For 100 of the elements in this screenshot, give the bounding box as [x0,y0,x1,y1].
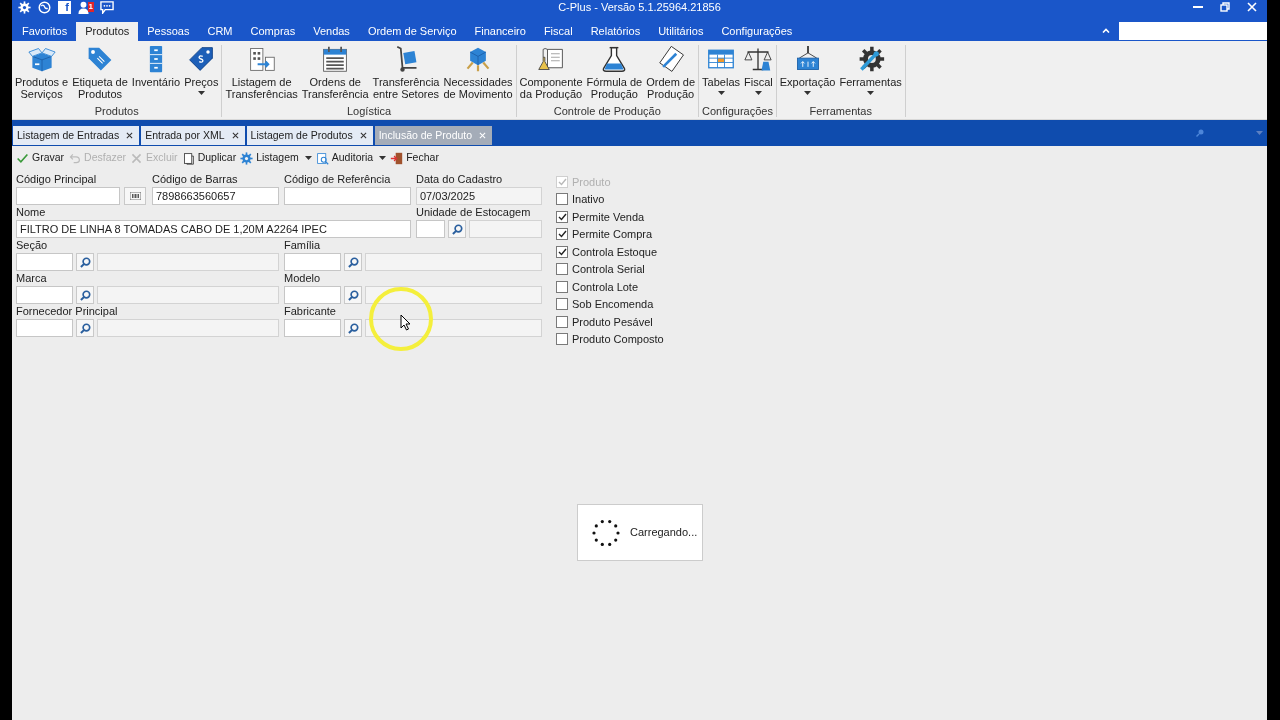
minimize-icon [1192,6,1203,8]
barcode-button[interactable] [124,187,146,205]
ribbon-button[interactable]: Tabelas [700,45,743,101]
checkbox[interactable] [556,315,568,328]
barcode-icon [129,192,141,200]
ribbon-button[interactable]: Ordem de Produção [644,45,698,101]
search-button[interactable] [448,220,466,238]
description-field[interactable] [469,220,542,238]
cube-network-icon [464,45,492,73]
ribbon-button[interactable]: Necessidades de Movimento [441,45,515,101]
magnifier-icon [79,322,91,334]
input-field[interactable] [16,187,120,205]
checkbox[interactable] [556,280,568,293]
ribbon-button[interactable]: Componente da Produção [517,45,585,101]
calendar-icon [321,45,350,73]
ribbon-button[interactable]: Transferência entre Setores [370,45,442,101]
group-label: Controle de Produção [553,105,661,117]
search-field[interactable] [1119,21,1267,40]
ribbon-button[interactable]: Listagem de Transferências [223,45,300,101]
search-button[interactable] [344,286,362,304]
field-label: Unidade de Estocagem [416,206,531,219]
exit-door-icon [390,151,404,165]
menu-tab[interactable]: Relatórios [581,22,650,41]
menu-tab[interactable]: Favoritos [13,22,77,41]
search-button[interactable] [76,253,94,271]
code-input-field[interactable] [416,220,445,238]
magnifier-icon [79,256,91,268]
menu-tab[interactable]: Configurações [712,22,802,41]
checkbox[interactable] [556,333,568,346]
magnifier-icon [347,256,359,268]
social-logo[interactable]: f [58,0,71,14]
ribbon-button[interactable]: Etiqueta de Produtos [70,45,130,101]
loading-spinner-icon [592,518,620,547]
document-tab[interactable]: Listagem de Entradas [13,126,140,145]
ribbon-button[interactable]: Ordens de Transferência [299,45,371,101]
checkbox[interactable] [556,263,568,276]
ribbon-button[interactable]: Inventário [129,45,183,101]
checkbox[interactable] [556,228,568,241]
toolbar-button[interactable]: Duplicar [181,150,237,166]
menu-tab[interactable]: Produtos [76,22,139,41]
document-tab[interactable]: Listagem de Produtos [246,126,373,145]
description-field[interactable] [365,319,542,337]
menu-tab[interactable]: Vendas [304,22,359,41]
menu-tab[interactable]: Compras [241,22,305,41]
chat-bubble-icon [100,0,114,14]
checkbox[interactable] [556,245,568,258]
input-field[interactable]: FILTRO DE LINHA 8 TOMADAS CABO DE 1,20M A2264 IPEC [16,220,411,238]
search-button[interactable] [76,319,94,337]
search-button[interactable] [344,319,362,337]
input-field[interactable]: 07/03/2025 [416,187,542,205]
checkbox[interactable] [556,298,568,311]
code-input-field[interactable] [16,253,73,271]
checkbox[interactable] [556,210,568,223]
menu-tab[interactable]: Financeiro [465,22,535,41]
description-field[interactable] [365,253,542,271]
group-label: Configurações [701,105,773,117]
code-input-field[interactable] [284,253,341,271]
search-button[interactable] [76,286,94,304]
field-label: Seção [16,239,48,252]
menu-tab[interactable]: Fiscal [534,22,582,41]
toolbar-button[interactable]: Fechar [390,150,439,166]
code-input-field[interactable] [16,319,73,337]
toolbar-button[interactable]: Gravar [16,150,65,166]
description-field[interactable] [97,286,279,304]
field-label: Fornecedor Principal [16,305,118,318]
checkbox-label: Inativo [572,192,605,207]
input-field[interactable]: 7898663560657 [152,187,279,205]
description-field[interactable] [365,286,542,304]
code-input-field[interactable] [16,286,73,304]
field-label: Nome [16,206,46,219]
flask-book-icon [537,45,566,73]
ribbon-button[interactable]: Produtos e Serviços [13,45,71,101]
caret-icon [1256,131,1263,135]
input-field[interactable] [284,187,411,205]
menu-tab[interactable]: Utilitários [649,22,713,41]
person-icon [78,0,89,14]
menu-tab[interactable]: Pessoas [138,22,199,41]
ribbon-button[interactable]: Fórmula de Produção [584,45,645,101]
code-input-field[interactable] [284,319,341,337]
search-button[interactable] [344,253,362,271]
ribbon-button[interactable]: Ferramentas [837,45,904,101]
menu-tab[interactable]: Ordem de Serviço [358,22,466,41]
toolbar-button[interactable]: Listagem [240,150,312,166]
document-tab[interactable]: Entrada por XML [141,126,245,145]
ribbon-button[interactable]: Fiscal [742,45,775,101]
ribbon-button[interactable]: Exportação [777,45,838,101]
toolbar-button[interactable]: Auditoria [315,150,387,166]
price-tag-icon [187,45,216,73]
checkbox-label: Controla Serial [572,262,645,277]
group-label: Logística [346,105,391,117]
ribbon-button[interactable]: Preços [182,45,221,101]
magnifier-icon [451,223,463,235]
menu-tab[interactable]: CRM [198,22,242,41]
checkbox[interactable] [556,193,568,206]
notification-count: 1 [87,1,94,12]
description-field[interactable] [97,253,279,271]
description-field[interactable] [97,319,279,337]
code-input-field[interactable] [284,286,341,304]
check-icon [16,151,29,165]
checkbox-label: Produto [572,174,611,190]
